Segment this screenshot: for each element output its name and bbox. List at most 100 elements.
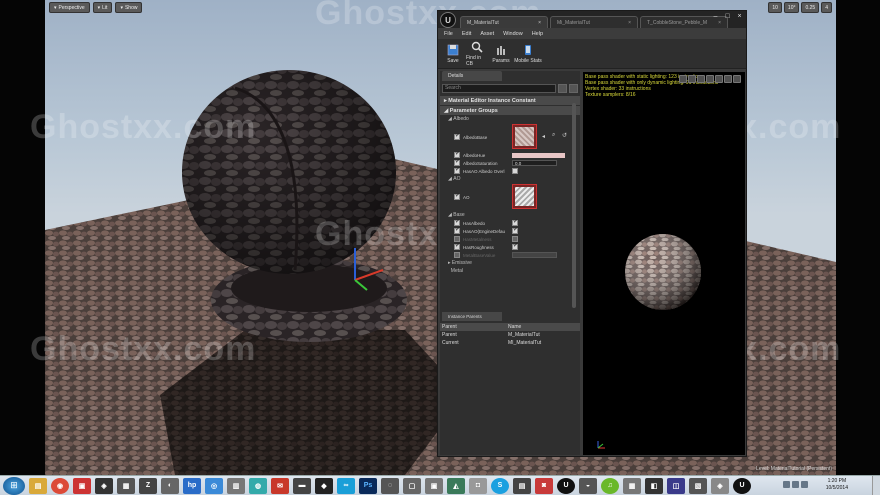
magnifier-icon[interactable]: ⌕	[552, 132, 555, 139]
value-checkbox[interactable]	[512, 242, 518, 250]
zbrush-icon[interactable]: Z	[139, 477, 157, 494]
unity-icon[interactable]: ◈	[95, 477, 113, 494]
checkbox[interactable]	[454, 192, 460, 200]
app-icon[interactable]: ◒	[579, 477, 597, 494]
system-clock[interactable]: 1:20 PM 10/5/2014	[826, 478, 848, 492]
group-albedo[interactable]: ◢ Albedo	[440, 115, 580, 123]
app-icon[interactable]: ◍	[249, 477, 267, 494]
app-icon[interactable]: ✉	[271, 477, 289, 494]
checkbox[interactable]	[454, 166, 460, 174]
checkbox[interactable]	[454, 242, 460, 250]
photoshop-icon[interactable]: Ps	[359, 477, 377, 494]
app-icon[interactable]: ▦	[623, 477, 641, 494]
app-icon[interactable]: ▣	[73, 477, 91, 494]
app-icon[interactable]: ◌	[381, 477, 399, 494]
app-icon[interactable]: ▬	[293, 477, 311, 494]
lit-button[interactable]: ▾ Lit	[92, 2, 113, 13]
mobile-stats-button[interactable]: Mobile Stats	[514, 40, 542, 68]
app-icon[interactable]: ◫	[667, 477, 685, 494]
app-icon[interactable]: ◘	[469, 477, 487, 494]
perspective-button[interactable]: ▾ Perspective	[49, 2, 90, 13]
plane-icon[interactable]	[697, 75, 705, 83]
app-icon[interactable]: ∞	[337, 477, 355, 494]
app-icon[interactable]: ◙	[535, 477, 553, 494]
app-icon[interactable]: ▧	[689, 477, 707, 494]
checkbox[interactable]	[454, 252, 460, 258]
group-metal[interactable]: Metal	[440, 267, 580, 275]
sphere-icon[interactable]	[688, 75, 696, 83]
app-icon[interactable]: ◧	[645, 477, 663, 494]
arrow-left-icon[interactable]: ◂	[542, 133, 545, 140]
save-button[interactable]: Save	[442, 40, 464, 68]
camera-speed-button[interactable]: 4	[821, 2, 832, 13]
show-desktop-button[interactable]	[872, 476, 880, 495]
value-checkbox[interactable]	[512, 226, 518, 234]
table-row[interactable]: Parent M_MaterialTut	[440, 331, 580, 339]
app-icon[interactable]: ▣	[425, 477, 443, 494]
app-icon[interactable]: ▦	[117, 477, 135, 494]
maximize-icon[interactable]: □	[723, 13, 732, 20]
close-icon[interactable]: ×	[718, 20, 721, 26]
checkbox[interactable]	[454, 132, 460, 140]
find-in-cb-button[interactable]: Find in CB	[466, 40, 488, 68]
tab-material-instance[interactable]: Mi_MaterialTut ×	[550, 16, 638, 28]
color-swatch[interactable]	[512, 152, 565, 158]
checkbox[interactable]	[454, 226, 460, 234]
eye-icon[interactable]	[569, 83, 578, 93]
explorer-icon[interactable]: ▤	[29, 477, 47, 494]
app-icon[interactable]: ▥	[227, 477, 245, 494]
section-parameter-groups[interactable]: ◢ Parameter Groups	[440, 106, 580, 115]
app-icon[interactable]: ◎	[205, 477, 223, 494]
menu-asset[interactable]: Asset	[480, 31, 494, 37]
texture-thumbnail[interactable]	[512, 184, 537, 209]
chrome-icon[interactable]: ◉	[51, 477, 69, 494]
skype-icon[interactable]: S	[491, 477, 509, 494]
rotation-snap-button[interactable]: 10°	[783, 2, 800, 13]
unreal-icon[interactable]: U	[733, 477, 751, 494]
app-icon[interactable]: ▢	[403, 477, 421, 494]
scale-snap-button[interactable]: 0.25	[801, 2, 820, 13]
volume-icon[interactable]	[801, 481, 808, 488]
tray-icon[interactable]	[783, 481, 790, 488]
menu-edit[interactable]: Edit	[462, 31, 471, 37]
reset-icon[interactable]: ↺	[562, 132, 567, 139]
cylinder-icon[interactable]	[679, 75, 687, 83]
metal-value-input[interactable]	[512, 252, 557, 258]
section-instance-constant[interactable]: ▸ Material Editor Instance Constant	[440, 96, 580, 105]
group-emissive[interactable]: ▸ Emissive	[440, 259, 580, 267]
details-tab[interactable]: Details	[442, 71, 502, 81]
menu-help[interactable]: Help	[532, 31, 543, 37]
app-icon[interactable]: ◈	[711, 477, 729, 494]
table-row[interactable]: Current MI_MaterialTut	[440, 339, 580, 347]
group-base[interactable]: ◢ Base	[440, 211, 580, 219]
mesh-icon[interactable]	[715, 75, 723, 83]
show-button[interactable]: ▾ Show	[115, 2, 143, 13]
grid-icon[interactable]	[724, 75, 732, 83]
cube-icon[interactable]	[706, 75, 714, 83]
menu-file[interactable]: File	[444, 31, 453, 37]
menu-window[interactable]: Window	[503, 31, 523, 37]
instance-parents-tab[interactable]: Instance Parents	[442, 312, 502, 321]
hp-icon[interactable]: hp	[183, 477, 201, 494]
app-icon[interactable]: ▤	[513, 477, 531, 494]
material-preview-viewport[interactable]: Base pass shader with static lighting: 1…	[583, 72, 745, 455]
details-search-input[interactable]: Search	[442, 83, 556, 93]
spotify-icon[interactable]: ♫	[601, 477, 619, 494]
app-icon[interactable]: ◆	[315, 477, 333, 494]
value-checkbox[interactable]	[512, 168, 518, 174]
close-icon[interactable]: ×	[735, 13, 744, 20]
close-icon[interactable]: ×	[538, 20, 541, 26]
tab-material[interactable]: M_MaterialTut ×	[460, 16, 548, 28]
view-options-icon[interactable]	[558, 83, 567, 93]
params-button[interactable]: Params	[490, 40, 512, 68]
close-icon[interactable]: ×	[628, 20, 631, 26]
app-icon[interactable]: ◭	[447, 477, 465, 494]
group-ao[interactable]: ◢ AO	[440, 175, 580, 183]
minimize-icon[interactable]: –	[711, 13, 720, 20]
unreal-icon[interactable]: U	[557, 477, 575, 494]
start-button-icon[interactable]: ⊞	[3, 476, 25, 495]
realtime-icon[interactable]	[733, 75, 741, 83]
details-scrollbar[interactable]	[572, 103, 576, 308]
grid-snap-button[interactable]: 10	[768, 2, 782, 13]
app-icon[interactable]: ◐	[161, 477, 179, 494]
